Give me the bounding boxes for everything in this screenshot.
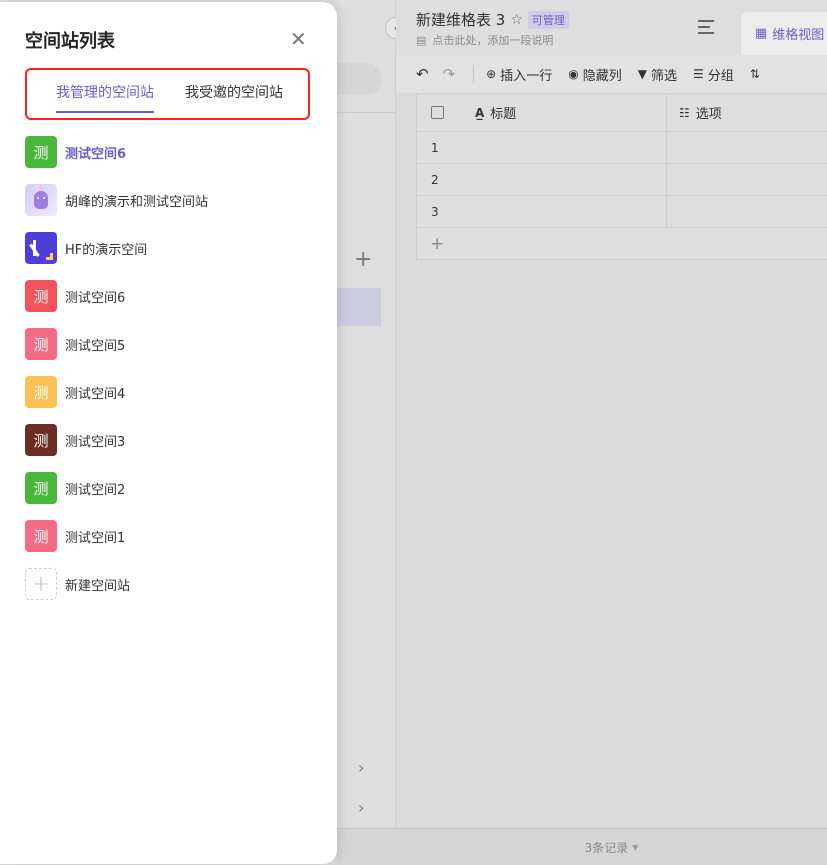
option-cell[interactable]	[667, 196, 827, 227]
plus-icon: +	[430, 233, 445, 254]
datasheet-main: 新建维格表 3 ☆ 可管理 ▤ 点击此处，添加一段说明 ▦ 维格视图 ↶ ↷ ⊕…	[396, 0, 827, 865]
space-avatar: 测	[25, 328, 57, 360]
group-button[interactable]: ☰ 分组	[693, 65, 734, 84]
unicorn-avatar-icon	[25, 184, 57, 216]
eye-icon: ◉	[568, 67, 579, 81]
select-all-cell	[417, 94, 457, 131]
record-count-bar[interactable]: 3条记录 ▼	[396, 828, 827, 865]
option-field-icon: ☷	[679, 105, 690, 120]
row-number: 2	[417, 164, 667, 195]
insert-row-button[interactable]: ⊕ 插入一行	[486, 65, 552, 84]
datasheet-description-row[interactable]: ▤ 点击此处，添加一段说明	[416, 32, 553, 48]
group-icon: ☰	[692, 67, 704, 81]
group-label: 分组	[707, 68, 734, 84]
space-avatar: 测	[25, 136, 57, 168]
table-row[interactable]: 2	[416, 164, 827, 196]
list-item[interactable]: 胡峰的演示和测试空间站	[25, 176, 325, 224]
create-space-button[interactable]: + 新建空间站	[25, 560, 325, 608]
row-number: 1	[417, 132, 667, 163]
datasheet-grid: A̲ 标题 ☷ 选项 1 2 3 +	[416, 93, 827, 260]
plus-icon: +	[25, 568, 57, 600]
option-cell[interactable]	[667, 164, 827, 195]
tab-managed-spaces[interactable]: 我管理的空间站	[56, 82, 154, 102]
active-tab-indicator	[56, 111, 154, 113]
table-row[interactable]: 3	[416, 196, 827, 228]
caret-down-icon: ▼	[632, 842, 639, 852]
space-name: 测试空间6	[65, 146, 127, 162]
add-row-button[interactable]: +	[416, 228, 827, 260]
space-avatar: 测	[25, 424, 57, 456]
grid-header-row: A̲ 标题 ☷ 选项	[416, 93, 827, 132]
datasheet-description: 点击此处，添加一段说明	[432, 34, 554, 47]
space-name: 测试空间5	[65, 338, 126, 354]
list-item[interactable]: 测 测试空间4	[25, 368, 325, 416]
sort-icon: ⇅	[749, 67, 760, 81]
text-field-icon: A̲	[475, 105, 485, 120]
permission-badge: 可管理	[527, 10, 569, 29]
list-item[interactable]: 测 测试空间5	[25, 320, 325, 368]
toolbar-divider	[473, 65, 475, 83]
space-name: 测试空间1	[65, 530, 126, 546]
star-icon[interactable]: ☆	[510, 12, 523, 28]
hf-logo-icon	[25, 232, 57, 264]
tab-invited-spaces[interactable]: 我受邀的空间站	[185, 82, 283, 102]
add-node-icon[interactable]: +	[354, 249, 372, 271]
space-avatar: 测	[25, 520, 57, 552]
column-header-title[interactable]: A̲ 标题	[457, 94, 667, 131]
space-name: 测试空间4	[65, 386, 126, 402]
column-option-label: 选项	[695, 107, 722, 122]
column-header-option[interactable]: ☷ 选项	[667, 94, 827, 131]
space-tabs-highlight: 我管理的空间站 我受邀的空间站	[25, 68, 310, 120]
create-space-label: 新建空间站	[65, 578, 131, 594]
plus-circle-icon: ⊕	[486, 67, 497, 81]
tabs-divider	[25, 123, 310, 124]
datasheet-toolbar: ↶ ↷ ⊕ 插入一行 ◉ 隐藏列 ▼ 筛选 ☰ 分组 ⇅	[396, 55, 827, 93]
chevron-right-icon[interactable]: ›	[358, 798, 364, 817]
filter-icon: ▼	[637, 67, 647, 81]
insert-row-label: 插入一行	[500, 68, 553, 84]
hide-columns-button[interactable]: ◉ 隐藏列	[568, 65, 622, 84]
table-row[interactable]: 1	[416, 132, 827, 164]
space-name: HF的演示空间	[65, 242, 148, 258]
list-item[interactable]: 测 测试空间1	[25, 512, 325, 560]
menu-icon[interactable]	[698, 20, 714, 34]
sidebar-bottom-ghost	[337, 828, 396, 865]
row-number: 3	[417, 196, 667, 227]
chevron-right-icon[interactable]: ›	[358, 758, 364, 777]
divider	[337, 112, 396, 113]
list-item[interactable]: 测 测试空间6	[25, 128, 325, 176]
space-name: 测试空间6	[65, 290, 126, 306]
filter-label: 筛选	[650, 68, 677, 84]
description-icon: ▤	[416, 33, 427, 47]
column-title-label: 标题	[490, 107, 517, 122]
select-all-checkbox[interactable]	[430, 106, 444, 119]
tab-grid-view[interactable]: ▦ 维格视图	[741, 12, 827, 55]
record-count: 3条记录	[584, 840, 629, 855]
sort-button[interactable]: ⇅	[750, 67, 760, 81]
datasheet-title-row: 新建维格表 3 ☆ 可管理	[416, 9, 569, 30]
panel-title: 空间站列表	[25, 31, 115, 52]
space-name: 测试空间2	[65, 482, 126, 498]
space-avatar: 测	[25, 280, 57, 312]
space-avatar: 测	[25, 376, 57, 408]
grid-view-icon: ▦	[755, 26, 768, 41]
option-cell[interactable]	[667, 132, 827, 163]
datasheet-title[interactable]: 新建维格表 3	[416, 9, 505, 30]
list-item[interactable]: 测 测试空间3	[25, 416, 325, 464]
space-name: 胡峰的演示和测试空间站	[65, 194, 209, 210]
space-avatar: 测	[25, 472, 57, 504]
view-tab-label: 维格视图	[772, 28, 825, 43]
datasheet-header: 新建维格表 3 ☆ 可管理 ▤ 点击此处，添加一段说明 ▦ 维格视图	[396, 0, 827, 55]
undo-icon[interactable]: ↶	[416, 65, 429, 83]
hide-columns-label: 隐藏列	[582, 68, 622, 84]
redo-icon[interactable]: ↷	[443, 65, 456, 83]
space-list: 测 测试空间6 胡峰的演示和测试空间站 HF的演示空间 测 测试空间6 测 测试…	[25, 128, 325, 608]
list-item[interactable]: 测 测试空间2	[25, 464, 325, 512]
close-icon[interactable]: ✕	[290, 29, 307, 49]
space-list-panel: 空间站列表 ✕ 我管理的空间站 我受邀的空间站 测 测试空间6 胡峰的演示和测试…	[0, 2, 337, 864]
filter-button[interactable]: ▼ 筛选	[638, 65, 677, 84]
space-name: 测试空间3	[65, 434, 126, 450]
list-item[interactable]: HF的演示空间	[25, 224, 325, 272]
list-item[interactable]: 测 测试空间6	[25, 272, 325, 320]
